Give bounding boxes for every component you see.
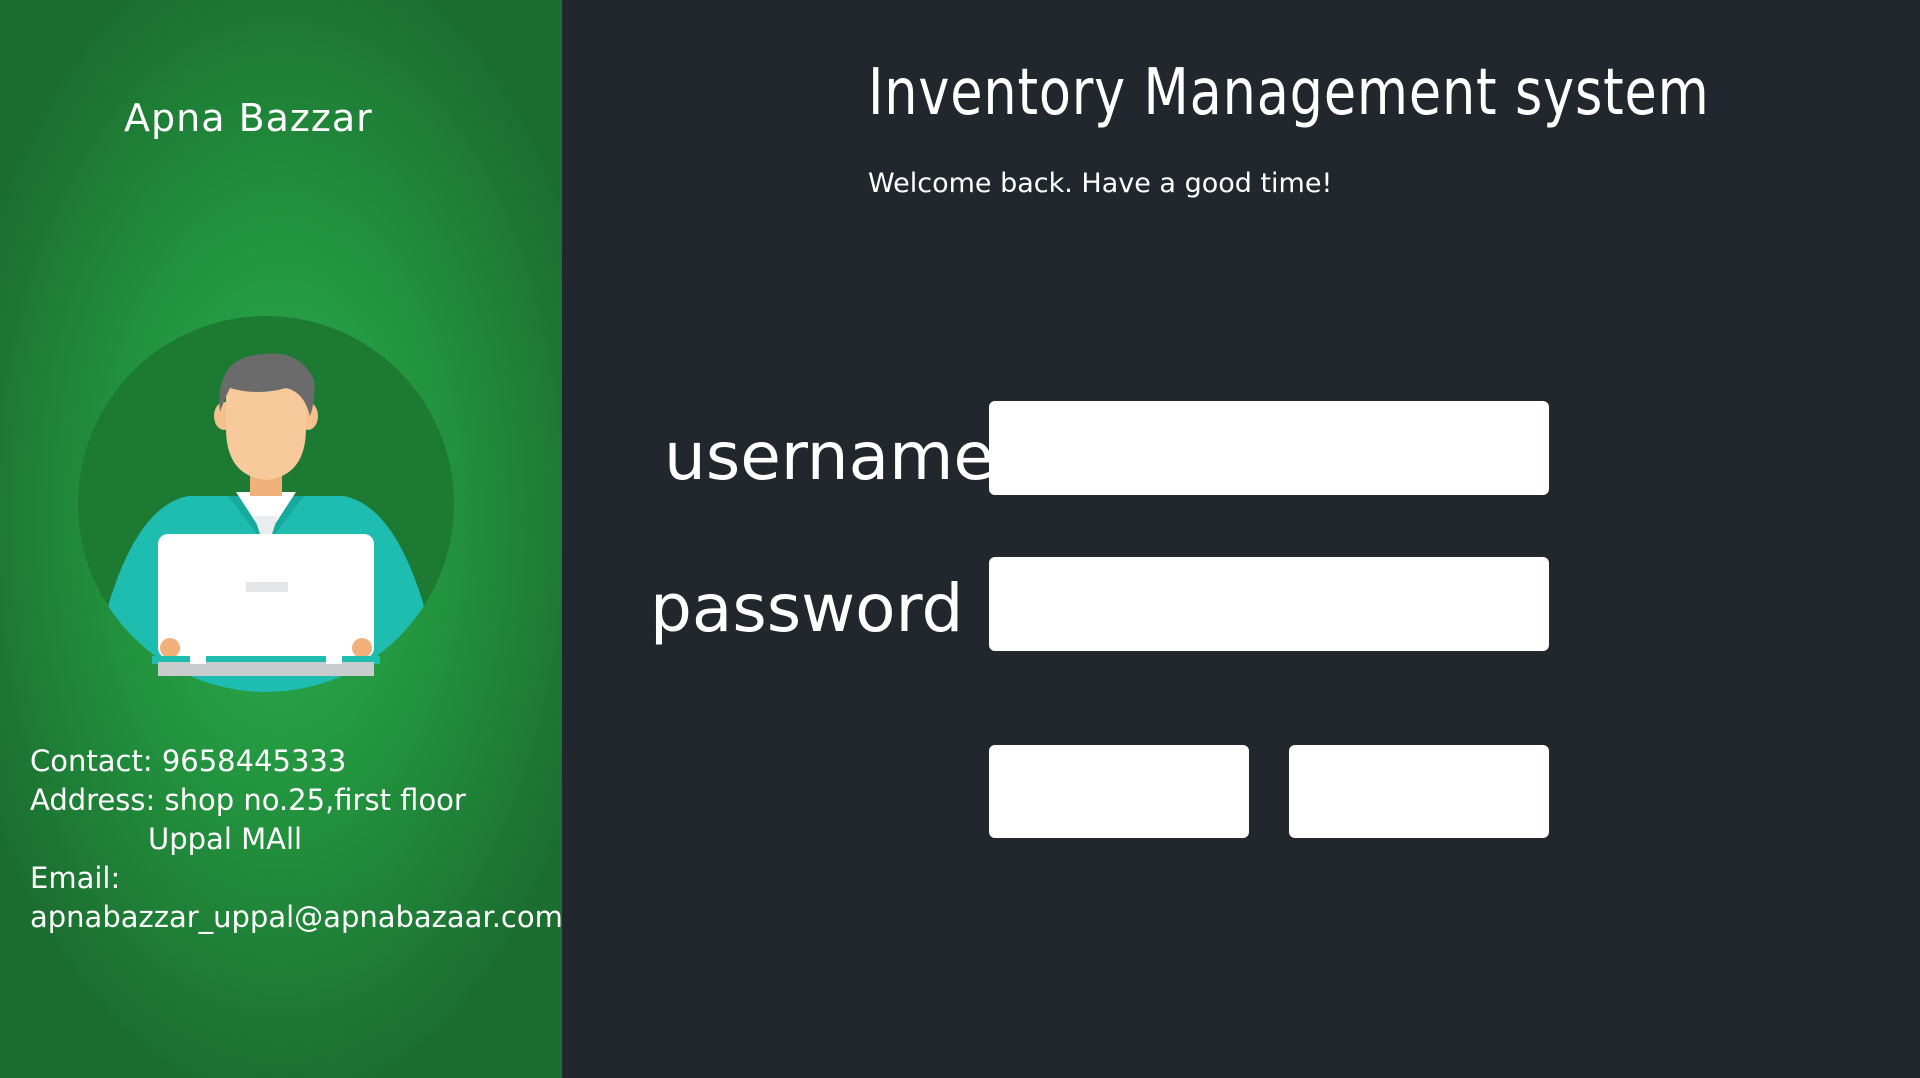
password-input[interactable] (989, 557, 1549, 651)
username-input[interactable] (989, 401, 1549, 495)
contact-email: apnabazzar_uppal@apnabazaar.com (30, 900, 563, 934)
clear-button[interactable] (1289, 745, 1549, 838)
brand-name: Apna Bazzar (124, 96, 373, 140)
welcome-message: Welcome back. Have a good time! (868, 168, 1333, 199)
contact-phone: Contact: 9658445333 (30, 744, 347, 778)
contact-address-line1: Address: shop no.25,first floor (30, 783, 466, 817)
page-title: Inventory Management system (868, 56, 1710, 130)
user-with-laptop-icon (78, 316, 454, 692)
contact-address-line2: Uppal MAll (148, 822, 303, 856)
login-button[interactable] (989, 745, 1249, 838)
contact-info: Contact: 9658445333 Address: shop no.25,… (30, 742, 563, 937)
username-label: username (664, 418, 994, 495)
contact-email-label: Email: (30, 861, 121, 895)
sidebar-panel: Apna Bazzar Contact: 9658445333 Address:… (0, 0, 563, 1078)
password-label: password (650, 570, 964, 647)
